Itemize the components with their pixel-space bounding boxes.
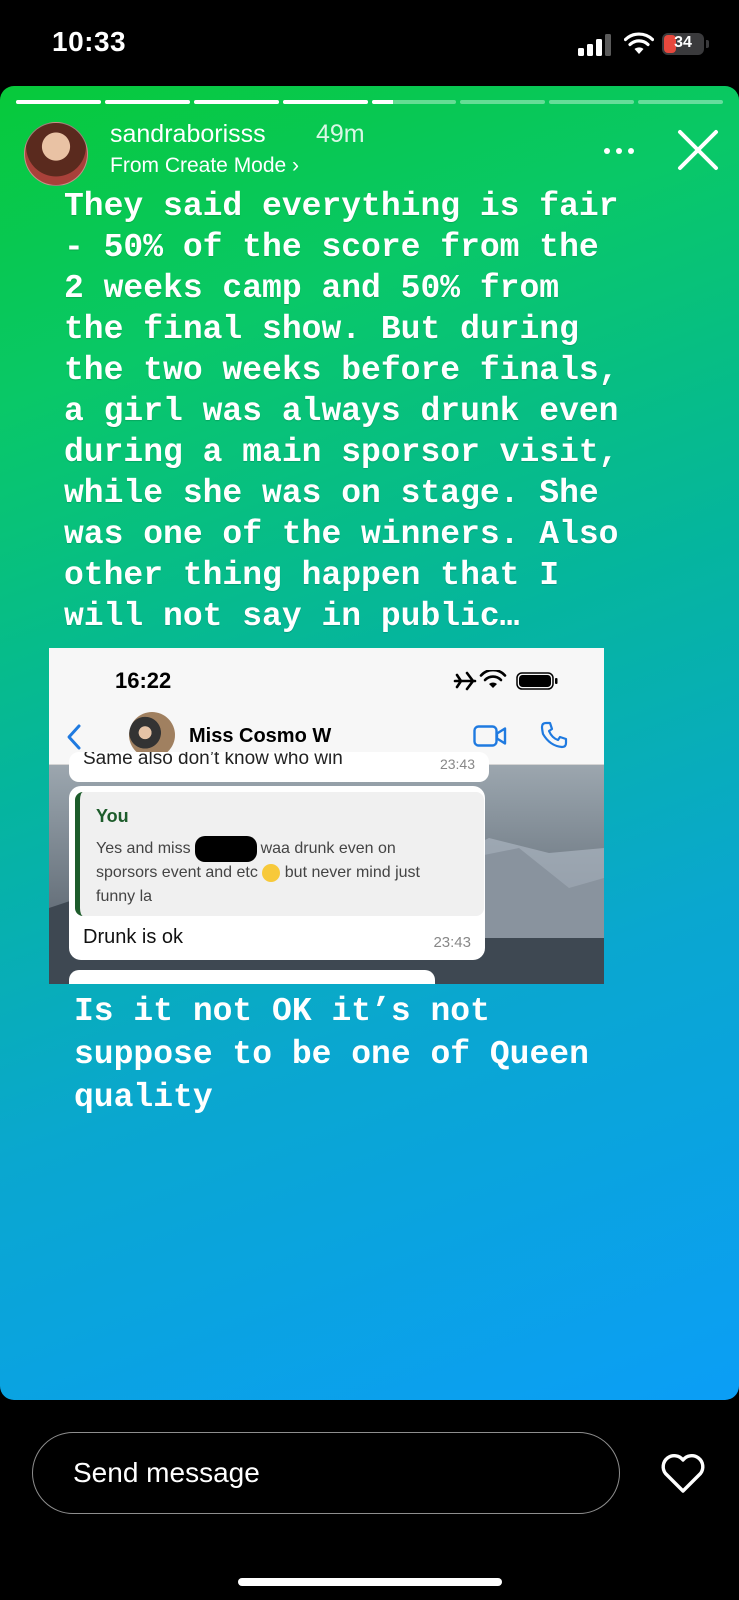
create-mode-link[interactable]: From Create Mode › <box>110 154 299 178</box>
chat-message-partial-text: Same also don’t know who win <box>83 752 343 769</box>
story-progress-segment <box>104 100 190 104</box>
back-icon[interactable] <box>65 722 83 752</box>
close-icon[interactable] <box>676 128 720 172</box>
story-progress-segment <box>371 100 457 104</box>
reply-author: You <box>96 806 129 826</box>
chat-message-partial-time: 23:43 <box>439 756 475 772</box>
reply-line-1-start: Yes and miss <box>96 840 191 858</box>
status-time: 10:33 <box>52 26 127 57</box>
story-progress-segment <box>193 100 279 104</box>
story-progress-segment <box>460 100 546 104</box>
story-progress-bars <box>16 100 723 104</box>
battery-level: 34 <box>674 34 692 51</box>
reply-bar <box>0 1400 739 1600</box>
story-progress-fill <box>282 100 368 104</box>
phone-call-icon[interactable] <box>539 720 569 750</box>
send-message-input[interactable] <box>32 1432 620 1514</box>
chat-message-partial-bottom <box>69 970 435 984</box>
reply-line-2: sporsors event and etc but never mind ju… <box>96 864 420 882</box>
chat-message-bubble: You Yes and miss waa drunk even on sporso… <box>69 786 485 960</box>
reply-quote: You Yes and miss waa drunk even on sporso… <box>75 792 484 916</box>
chat-message-time: 23:43 <box>433 934 471 951</box>
chat-header: 16:22 Miss Cosmo W <box>49 648 604 765</box>
more-icon[interactable] <box>602 138 636 164</box>
reply-line-3: funny la <box>96 888 153 905</box>
story-progress-segment <box>638 100 723 104</box>
chat-message-text: Drunk is ok <box>83 926 184 948</box>
home-indicator <box>238 1578 502 1586</box>
battery-icon: 34 <box>662 33 712 57</box>
story-progress-segment <box>282 100 368 104</box>
avatar[interactable] <box>24 122 88 186</box>
chat-status-icons <box>453 670 558 691</box>
heart-icon[interactable] <box>660 1452 706 1494</box>
story-progress-segment <box>16 100 101 104</box>
wifi-icon <box>624 32 654 54</box>
story-progress-fill <box>16 100 101 104</box>
reply-line-2-start: sporsors event and etc <box>96 864 258 882</box>
signal-icon <box>578 34 611 56</box>
story-text-secondary: Is it not OK it’s not suppose to be one … <box>74 993 589 1116</box>
laughing-emoji-icon <box>262 864 281 882</box>
reply-line-1: Yes and miss waa drunk even on <box>96 836 396 862</box>
redaction-mark <box>194 836 257 862</box>
story-text-main: They said everything is fair - 50% of th… <box>64 188 619 635</box>
story-progress-segment <box>549 100 635 104</box>
story-progress-fill <box>104 100 190 104</box>
embedded-chat-screenshot: 16:22 Miss Cosmo W Same also don’t know … <box>49 648 604 984</box>
chat-message-partial: Same also don’t know who win 23:43 <box>69 752 489 782</box>
story-username[interactable]: sandraborisss <box>110 120 266 149</box>
story-viewer[interactable]: sandraborisss 49m From Create Mode › The… <box>0 86 739 1400</box>
chat-contact-name[interactable]: Miss Cosmo W <box>189 725 331 748</box>
status-bar: 10:33 34 <box>0 0 739 88</box>
story-progress-fill <box>371 100 393 104</box>
reply-line-1-end: waa drunk even on <box>260 840 396 858</box>
reply-line-2-end: but never mind just <box>284 864 420 882</box>
story-time-ago: 49m <box>316 120 365 148</box>
video-call-icon[interactable] <box>473 724 507 748</box>
chat-status-time: 16:22 <box>115 668 172 693</box>
story-progress-fill <box>193 100 279 104</box>
